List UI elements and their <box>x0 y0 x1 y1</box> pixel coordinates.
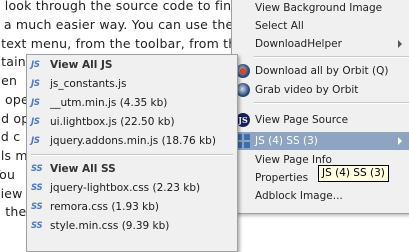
grid-icon <box>236 134 250 148</box>
menu-item-label: Select All <box>255 20 304 32</box>
menu-item-label: Properties <box>255 172 309 184</box>
ss-file-label: jquery-lightbox.css (2.23 kb) <box>50 182 201 194</box>
js-file-item[interactable]: JS jquery.addons.min.js (18.76 kb) <box>27 132 237 150</box>
js-file-label: __utm.min.js (4.35 kb) <box>50 97 168 109</box>
article-line: ed c <box>0 129 21 144</box>
js-file-label: js_constants.js <box>50 78 127 90</box>
ss-file-label: remora.css (1.93 kb) <box>50 201 159 213</box>
menu-item-download-all-by-orbit[interactable]: Download all by Orbit (Q) <box>232 62 409 80</box>
menu-item-view-background-image[interactable]: View Background Image <box>232 0 409 17</box>
article-line: hen <box>0 73 18 88</box>
menu-item-select-all[interactable]: Select All <box>232 17 409 35</box>
orbit-icon <box>236 83 250 97</box>
menu-item-label: Grab video by Orbit <box>255 84 359 96</box>
menu-item-label: JS (4) SS (3) <box>255 135 318 147</box>
article-line: o ope <box>0 92 29 107</box>
article-line: y look through the source code to fin <box>0 0 232 13</box>
ss-tag-icon: SS <box>31 164 43 174</box>
menu-separator <box>254 102 409 104</box>
menu-item-label: Adblock Image... <box>255 190 343 202</box>
article-line: s a much easier way. You can use the <box>0 17 234 32</box>
menu-item-label: View Page Source <box>255 114 349 126</box>
menu-item-label: View Background Image <box>255 2 383 14</box>
menu-item-downloadhelper[interactable]: DownloadHelper <box>232 35 409 53</box>
js-file-item[interactable]: JS __utm.min.js (4.35 kb) <box>27 94 237 112</box>
ss-tag-icon: SS <box>31 202 43 212</box>
js-tag-icon: JS <box>31 136 40 146</box>
menu-item-view-page-source[interactable]: JS View Page Source <box>232 111 409 129</box>
menu-item-label: DownloadHelper <box>255 38 342 50</box>
js-file-item[interactable]: JS ui.lightbox.js (22.50 kb) <box>27 113 237 131</box>
js-file-label: ui.lightbox.js (22.50 kb) <box>50 116 175 128</box>
submenu-header-label: View All SS <box>50 163 116 175</box>
submenu-header-label: View All JS <box>50 59 113 71</box>
ss-tag-icon: SS <box>31 221 43 231</box>
article-line: view <box>0 186 23 201</box>
js-tag-icon: JS <box>31 117 40 127</box>
menu-item-js-ss[interactable]: JS (4) SS (3) <box>232 132 409 150</box>
orbit-icon <box>236 64 250 78</box>
js-ss-submenu: JS View All JS JS js_constants.js JS __u… <box>26 54 238 252</box>
js-tag-icon: JS <box>31 79 40 89</box>
menu-separator <box>254 56 409 58</box>
js-file-label: jquery.addons.min.js (18.76 kb) <box>50 135 216 147</box>
article-line: nd op <box>0 111 30 126</box>
article-line: ntain <box>0 54 26 69</box>
ss-file-label: style.min.css (9.39 kb) <box>50 220 170 232</box>
article-line: ntext menu, from the toolbar, from th <box>0 36 237 51</box>
ss-file-item[interactable]: SS remora.css (1.93 kb) <box>27 198 237 216</box>
submenu-arrow-icon <box>398 137 402 145</box>
submenu-separator <box>31 154 233 156</box>
tooltip: JS (4) SS (3) <box>318 165 389 182</box>
ss-file-item[interactable]: SS jquery-lightbox.css (2.23 kb) <box>27 179 237 197</box>
js-icon: JS <box>236 113 250 127</box>
menu-item-label: Download all by Orbit (Q) <box>255 65 389 77</box>
submenu-arrow-icon <box>398 40 402 48</box>
menu-item-adblock-image[interactable]: Adblock Image... <box>232 187 409 205</box>
menu-item-grab-video-by-orbit[interactable]: Grab video by Orbit <box>232 81 409 99</box>
article-line: ols m <box>0 148 28 163</box>
ss-file-item[interactable]: SS style.min.css (9.39 kb) <box>27 217 237 235</box>
js-file-item[interactable]: JS js_constants.js <box>27 75 237 93</box>
article-line: n the <box>0 204 27 219</box>
article-line: You <box>0 167 16 182</box>
js-tag-icon: JS <box>31 98 40 108</box>
view-all-js-item[interactable]: JS View All JS <box>27 56 237 74</box>
js-tag-icon: JS <box>31 60 40 70</box>
ss-tag-icon: SS <box>31 183 43 193</box>
view-all-ss-item[interactable]: SS View All SS <box>27 160 237 178</box>
